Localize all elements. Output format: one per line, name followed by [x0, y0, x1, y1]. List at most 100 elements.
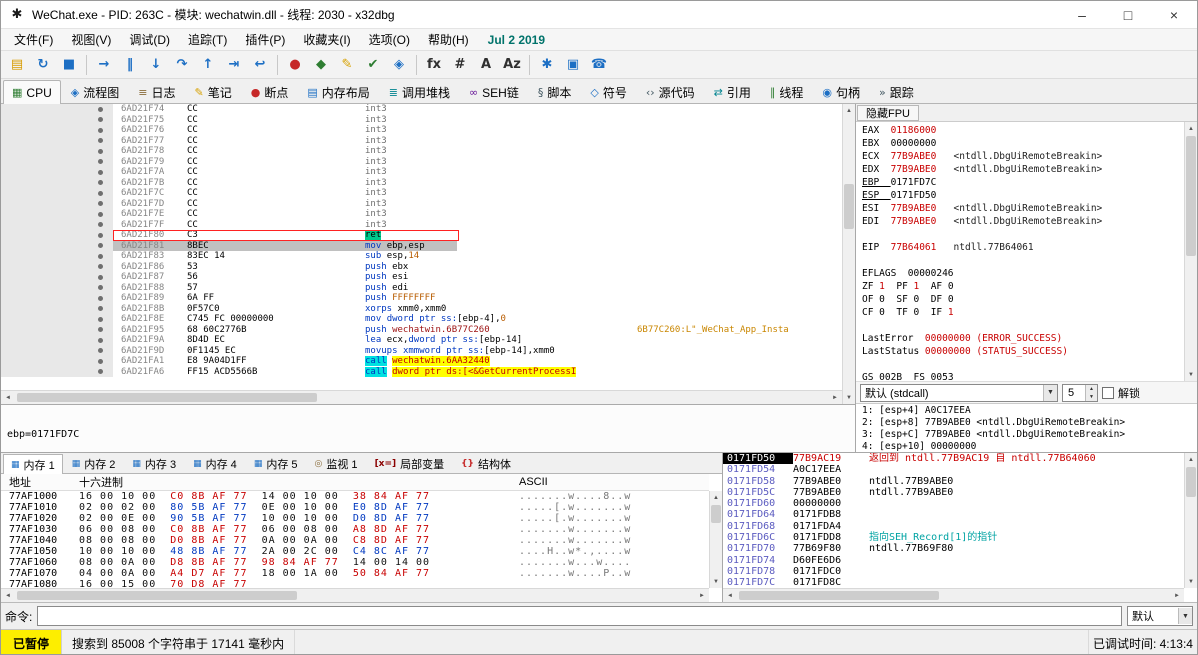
menu-item-6[interactable]: 收藏夹(I) [294, 31, 359, 48]
execute-till-return-icon[interactable]: ↩ [248, 53, 272, 77]
scrollbar-thumb[interactable] [711, 505, 721, 523]
restart-icon[interactable]: ↻ [31, 53, 55, 77]
run-icon[interactable]: → [92, 53, 116, 77]
scroll-down-arrow-icon[interactable]: ▼ [843, 391, 855, 404]
trace-icon[interactable]: ◆ [309, 53, 333, 77]
scroll-right-arrow-icon[interactable]: ► [828, 391, 842, 404]
scroll-left-arrow-icon[interactable]: ◄ [723, 589, 737, 602]
tab-trace[interactable]: »跟踪 [870, 80, 923, 103]
chevron-down-icon[interactable]: ▼ [1043, 385, 1057, 401]
step-over-icon[interactable]: ↷ [170, 53, 194, 77]
windows-icon[interactable]: ▣ [561, 53, 585, 77]
scroll-left-arrow-icon[interactable]: ◄ [1, 589, 15, 602]
dump-vscrollbar[interactable]: ▲ ▼ [709, 491, 722, 588]
checkbox-box[interactable] [1102, 387, 1114, 399]
tab-references[interactable]: ⇄引用 [705, 80, 760, 103]
menu-item-3[interactable]: 调试(D) [120, 31, 179, 48]
dump-row[interactable]: 77AF102002 00 0E 00 90 5B AF 77 10 00 10… [1, 513, 709, 524]
disasm-row[interactable]: 6AD21F9568 60C2776Bpush wechatwin.6B77C2… [1, 325, 842, 336]
tab-dump-1[interactable]: ▦内存 1 [3, 454, 63, 474]
stack-row[interactable]: 0171FD680171FDA4 [723, 521, 1184, 532]
disasm-row[interactable]: 6AD21FA1E8 9A04D1FFcall wechatwin.6AA324… [1, 356, 842, 367]
menu-item-1[interactable]: 文件(F) [5, 31, 62, 48]
calling-convention-select[interactable]: 默认 (stdcall) ▼ [860, 384, 1058, 402]
menu-item-7[interactable]: 选项(O) [360, 31, 419, 48]
tab-log[interactable]: ≡日志 [129, 80, 184, 103]
tab-symbols[interactable]: ◇符号 [581, 80, 635, 103]
disasm-row[interactable]: 6AD21F74CCint3 [1, 104, 842, 115]
disasm-row[interactable]: 6AD21F7DCCint3 [1, 199, 842, 210]
stack-row[interactable]: 0171FD6C0171FDD8指向SEH_Record[1]的指针 [723, 532, 1184, 543]
stack-row[interactable]: 0171FD780171FDC0 [723, 566, 1184, 577]
registers-vscrollbar[interactable]: ▲ ▼ [1184, 122, 1197, 381]
pause-icon[interactable]: ‖ [118, 53, 142, 77]
graph-icon[interactable]: ◈ [387, 53, 411, 77]
stack-row[interactable]: 0171FD74D60FE6D6 [723, 555, 1184, 566]
phone-icon[interactable]: ☎ [587, 53, 611, 77]
stack-row[interactable]: 0171FD640171FDB8 [723, 509, 1184, 520]
run-to-cursor-icon[interactable]: ⇥ [222, 53, 246, 77]
tab-dump-4[interactable]: ▦内存 4 [185, 454, 245, 473]
scrollbar-thumb[interactable] [17, 393, 317, 402]
disasm-row[interactable]: 6AD21F7ACCint3 [1, 167, 842, 178]
tab-source[interactable]: ‹›源代码 [637, 80, 704, 103]
menu-item-2[interactable]: 视图(V) [62, 31, 120, 48]
disasm-row[interactable]: 6AD21F896A FFpush FFFFFFFF [1, 293, 842, 304]
minimize-button[interactable]: – [1059, 1, 1105, 28]
scroll-down-arrow-icon[interactable]: ▼ [710, 575, 722, 588]
disasm-row[interactable]: 6AD21F76CCint3 [1, 125, 842, 136]
disasm-row[interactable]: 6AD21FA6FF15 ACD5566Bcall dword ptr ds:[… [1, 367, 842, 378]
stepper-buttons[interactable]: ▲▼ [1085, 385, 1097, 401]
stack-row[interactable]: 0171FD5877B9ABE0ntdll.77B9ABE0 [723, 476, 1184, 487]
dump-row[interactable]: 77AF107004 00 0A 00 A4 D7 AF 77 18 00 1A… [1, 568, 709, 579]
breakpoint-icon[interactable]: ● [283, 53, 307, 77]
stack-row[interactable]: 0171FD5077B9AC19返回到 ntdll.77B9AC19 自 ntd… [723, 453, 1184, 464]
stack-row[interactable]: 0171FD7077B69F80ntdll.77B69F80 [723, 543, 1184, 554]
tab-threads[interactable]: ∥线程 [761, 80, 813, 103]
open-file-icon[interactable]: ▤ [5, 53, 29, 77]
step-into-icon[interactable]: ↓ [144, 53, 168, 77]
arg-count-stepper[interactable]: 5 ▲▼ [1062, 384, 1098, 402]
assemble-icon[interactable]: A [474, 53, 498, 77]
menu-item-5[interactable]: 插件(P) [236, 31, 294, 48]
scroll-right-arrow-icon[interactable]: ► [1170, 589, 1184, 602]
disasm-row[interactable]: 6AD21F8756push esi [1, 272, 842, 283]
disasm-row[interactable]: 6AD21F9D0F1145 ECmovups xmmword ptr ss:[… [1, 346, 842, 357]
menu-item-8[interactable]: 帮助(H) [419, 31, 478, 48]
tab-watch-1[interactable]: ◎监视 1 [307, 454, 366, 473]
tab-dump-3[interactable]: ▦内存 3 [124, 454, 184, 473]
scroll-up-arrow-icon[interactable]: ▲ [1185, 453, 1197, 466]
tab-breakpoints[interactable]: ●断点 [242, 80, 298, 103]
scroll-up-arrow-icon[interactable]: ▲ [843, 104, 855, 117]
disasm-row[interactable]: 6AD21F77CCint3 [1, 136, 842, 147]
stack-hscrollbar[interactable]: ◄ ► [723, 588, 1184, 602]
menu-item-4[interactable]: 追踪(T) [179, 31, 236, 48]
tab-cpu[interactable]: ▦CPU [3, 80, 61, 104]
disasm-row[interactable]: 6AD21F8383EC 14sub esp,14 [1, 251, 842, 262]
scrollbar-thumb[interactable] [1186, 467, 1196, 497]
stop-icon[interactable]: ■ [57, 53, 81, 77]
tab-handles[interactable]: ◉句柄 [813, 80, 869, 103]
dump-hscrollbar[interactable]: ◄ ► [1, 588, 709, 602]
fx-icon[interactable]: fx [422, 53, 446, 77]
scroll-up-arrow-icon[interactable]: ▲ [710, 491, 722, 504]
tab-seh[interactable]: ∞SEH链 [460, 80, 528, 103]
close-button[interactable]: × [1151, 1, 1197, 28]
notes-icon[interactable]: ✎ [335, 53, 359, 77]
scrollbar-thumb[interactable] [844, 184, 854, 229]
disasm-row[interactable]: 6AD21F8653push ebx [1, 262, 842, 273]
tab-notes[interactable]: ✎笔记 [185, 80, 240, 103]
tab-dump-5[interactable]: ▦内存 5 [246, 454, 306, 473]
disasm-row[interactable]: 6AD21F8B0F57C0xorps xmm0,xmm0 [1, 304, 842, 315]
tab-graph[interactable]: ◈流程图 [62, 80, 128, 103]
dump-row[interactable]: 77AF100016 00 10 00 C0 8B AF 77 14 00 10… [1, 491, 709, 502]
stepper-up-icon[interactable]: ▲ [1086, 385, 1097, 393]
chevron-down-icon[interactable]: ▼ [1178, 608, 1192, 624]
stack-row[interactable]: 0171FD7C0171FD8C [723, 577, 1184, 588]
maximize-button[interactable]: □ [1105, 1, 1151, 28]
command-input[interactable] [37, 606, 1122, 626]
disasm-row[interactable]: 6AD21F7BCCint3 [1, 178, 842, 189]
scroll-up-arrow-icon[interactable]: ▲ [1185, 122, 1197, 135]
tab-struct[interactable]: {}结构体 [453, 454, 519, 473]
tab-memory-map[interactable]: ▤内存布局 [298, 80, 378, 103]
